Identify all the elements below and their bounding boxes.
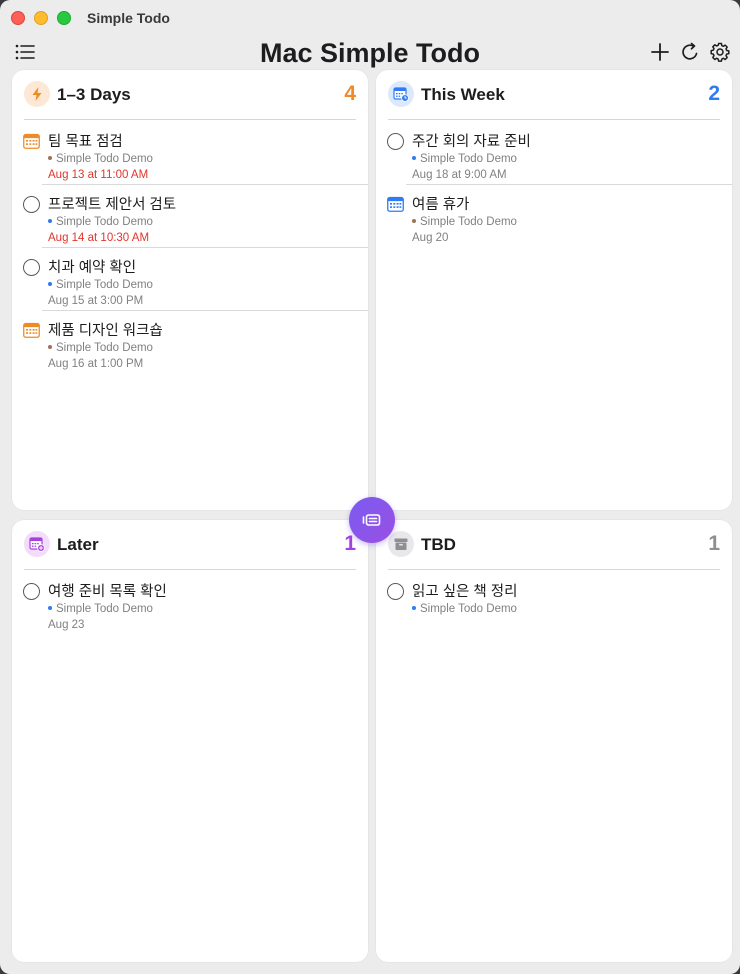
task-checkbox[interactable] <box>23 259 40 276</box>
section-title: 1–3 Days <box>57 85 131 104</box>
task-title: 제품 디자인 워크숍 <box>48 323 163 339</box>
list-name-text: Simple Todo Demo <box>420 603 517 615</box>
list-name-text: Simple Todo Demo <box>56 153 153 165</box>
archive-box-icon <box>388 531 414 557</box>
task-row[interactable]: 읽고 싶은 책 정리 Simple Todo Demo <box>376 572 732 635</box>
task-due-date: Aug 13 at 11:00 AM <box>48 169 149 181</box>
divider <box>24 569 356 570</box>
toolbar: Mac Simple Todo <box>0 36 740 70</box>
task-list-name: Simple Todo Demo <box>412 603 517 615</box>
calendar-icon[interactable] <box>23 322 40 338</box>
section-panel-this-week: This Week 2 주간 회의 자료 준비 Simple Todo Demo… <box>376 70 732 510</box>
divider <box>24 119 356 120</box>
minimize-window-button[interactable] <box>34 11 48 25</box>
section-header: Later 1 <box>24 531 356 559</box>
view-switch-icon <box>361 509 383 531</box>
task-list: 여행 준비 목록 확인 Simple Todo Demo Aug 23 <box>12 572 368 635</box>
section-count: 1 <box>708 532 720 555</box>
list-name-text: Simple Todo Demo <box>420 153 517 165</box>
calendar-icon[interactable] <box>23 133 40 149</box>
task-title: 여름 휴가 <box>412 197 470 213</box>
list-name-text: Simple Todo Demo <box>420 216 517 228</box>
task-list-name: Simple Todo Demo <box>48 153 153 165</box>
calendar-plus-icon <box>24 531 50 557</box>
task-due-date: Aug 23 <box>48 619 85 631</box>
task-title: 여행 준비 목록 확인 <box>48 584 167 600</box>
plus-icon[interactable] <box>648 40 672 64</box>
list-icon[interactable] <box>13 40 37 64</box>
task-list-name: Simple Todo Demo <box>48 216 153 228</box>
section-title: Later <box>57 535 99 554</box>
task-due-date: Aug 20 <box>412 232 449 244</box>
task-row[interactable]: 팀 목표 점검 Simple Todo Demo Aug 13 at 11:00… <box>12 122 368 185</box>
task-list: 주간 회의 자료 준비 Simple Todo Demo Aug 18 at 9… <box>376 122 732 248</box>
section-title: TBD <box>421 535 456 554</box>
section-title: This Week <box>421 85 505 104</box>
calendar-clock-icon <box>388 81 414 107</box>
section-header: 1–3 Days 4 <box>24 81 356 109</box>
divider <box>388 119 720 120</box>
task-list-name: Simple Todo Demo <box>48 279 153 291</box>
window-title: Simple Todo <box>87 10 170 26</box>
task-title: 읽고 싶은 책 정리 <box>412 584 518 600</box>
task-checkbox[interactable] <box>387 133 404 150</box>
list-name-text: Simple Todo Demo <box>56 279 153 291</box>
section-count: 2 <box>708 82 720 105</box>
task-list-name: Simple Todo Demo <box>412 153 517 165</box>
zoom-window-button[interactable] <box>57 11 71 25</box>
gear-icon[interactable] <box>708 40 732 64</box>
task-list-name: Simple Todo Demo <box>48 603 153 615</box>
task-title: 프로젝트 제안서 검토 <box>48 197 177 213</box>
task-title: 팀 목표 점검 <box>48 134 123 150</box>
task-row[interactable]: 주간 회의 자료 준비 Simple Todo Demo Aug 18 at 9… <box>376 122 732 185</box>
section-panel-1-3-days: 1–3 Days 4 팀 목표 점검 Simple Todo Demo Aug … <box>12 70 368 510</box>
section-header: This Week 2 <box>388 81 720 109</box>
task-row[interactable]: 여행 준비 목록 확인 Simple Todo Demo Aug 23 <box>12 572 368 635</box>
refresh-icon[interactable] <box>678 40 702 64</box>
task-list: 팀 목표 점검 Simple Todo Demo Aug 13 at 11:00… <box>12 122 368 374</box>
list-color-dot <box>48 281 52 286</box>
list-name-text: Simple Todo Demo <box>56 342 153 354</box>
task-list-name: Simple Todo Demo <box>412 216 517 228</box>
task-row[interactable]: 프로젝트 제안서 검토 Simple Todo Demo Aug 14 at 1… <box>12 185 368 248</box>
app-title: Mac Simple Todo <box>259 38 481 68</box>
list-color-dot <box>412 218 416 223</box>
task-title: 주간 회의 자료 준비 <box>412 134 531 150</box>
task-checkbox[interactable] <box>23 196 40 213</box>
list-color-dot <box>48 605 52 610</box>
section-header: TBD 1 <box>388 531 720 559</box>
title-bar: Simple Todo <box>0 0 740 36</box>
task-due-date: Aug 14 at 10:30 AM <box>48 232 150 244</box>
task-row[interactable]: 제품 디자인 워크숍 Simple Todo Demo Aug 16 at 1:… <box>12 311 368 374</box>
list-name-text: Simple Todo Demo <box>56 603 153 615</box>
task-checkbox[interactable] <box>387 583 404 600</box>
list-color-dot <box>48 155 52 160</box>
list-color-dot <box>412 605 416 610</box>
task-due-date: Aug 18 at 9:00 AM <box>412 169 507 181</box>
close-window-button[interactable] <box>11 11 25 25</box>
section-panel-later: Later 1 여행 준비 목록 확인 Simple Todo Demo Aug… <box>12 520 368 962</box>
task-list-name: Simple Todo Demo <box>48 342 153 354</box>
task-checkbox[interactable] <box>23 583 40 600</box>
bolt-icon <box>24 81 50 107</box>
calendar-icon[interactable] <box>387 196 404 212</box>
list-name-text: Simple Todo Demo <box>56 216 153 228</box>
task-title: 치과 예약 확인 <box>48 260 137 276</box>
task-row[interactable]: 치과 예약 확인 Simple Todo Demo Aug 15 at 3:00… <box>12 248 368 311</box>
divider <box>388 569 720 570</box>
task-row[interactable]: 여름 휴가 Simple Todo Demo Aug 20 <box>376 185 732 248</box>
list-color-dot <box>48 344 52 349</box>
list-color-dot <box>412 155 416 160</box>
view-switch-button[interactable] <box>349 497 395 543</box>
section-count: 4 <box>344 82 356 105</box>
task-due-date: Aug 15 at 3:00 PM <box>48 295 144 307</box>
section-panel-tbd: TBD 1 읽고 싶은 책 정리 Simple Todo Demo <box>376 520 732 962</box>
task-list: 읽고 싶은 책 정리 Simple Todo Demo <box>376 572 732 635</box>
list-color-dot <box>48 218 52 223</box>
app-window: Simple Todo Mac Simple Todo 1–3 Days 4 팀… <box>0 0 740 974</box>
task-due-date: Aug 16 at 1:00 PM <box>48 358 144 370</box>
